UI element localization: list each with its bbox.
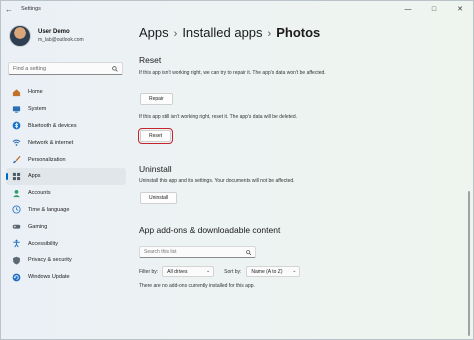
back-arrow-icon[interactable]: ← bbox=[1, 5, 17, 14]
globe-clock-icon bbox=[12, 205, 21, 215]
breadcrumb-apps[interactable]: Apps bbox=[139, 25, 169, 40]
sidebar-item-privacy[interactable]: Privacy & security bbox=[6, 252, 126, 269]
sidebar-item-label: Privacy & security bbox=[28, 257, 72, 264]
update-icon bbox=[12, 273, 21, 282]
search-list-input[interactable]: Search this list bbox=[139, 246, 256, 258]
user-name: User Demo bbox=[38, 29, 70, 35]
sidebar-item-gaming[interactable]: Gaming bbox=[6, 218, 126, 235]
sidebar-item-label: Personalization bbox=[28, 156, 66, 163]
brush-icon bbox=[12, 155, 21, 164]
chevron-down-icon: ⌄ bbox=[292, 268, 297, 274]
sidebar-item-label: Accounts bbox=[28, 190, 51, 197]
minimize-button[interactable]: — bbox=[395, 1, 421, 17]
sidebar-item-label: Network & internet bbox=[28, 139, 74, 146]
sidebar-item-label: Windows Update bbox=[28, 274, 70, 281]
sort-dropdown[interactable]: Name (A to Z) ⌄ bbox=[246, 266, 301, 277]
chevron-down-icon: ⌄ bbox=[205, 268, 211, 274]
filter-dropdown[interactable]: All drives ⌄ bbox=[162, 266, 215, 277]
sort-value: Name (A to Z) bbox=[251, 268, 283, 275]
sidebar-item-personalization[interactable]: Personalization bbox=[6, 151, 126, 168]
scrollbar[interactable] bbox=[468, 191, 470, 336]
sidebar-item-label: Time & language bbox=[28, 206, 70, 213]
monitor-icon bbox=[12, 105, 21, 114]
sidebar-item-label: Bluetooth & devices bbox=[28, 122, 77, 129]
no-addons-text: There are no add-ons currently installed… bbox=[139, 283, 255, 289]
chevron-right-icon: › bbox=[267, 28, 272, 40]
settings-window: ← Settings — □ ✕ User Demo m_lab@outlook… bbox=[0, 0, 474, 340]
breadcrumb-installed-apps[interactable]: Installed apps bbox=[182, 25, 262, 40]
uninstall-description: Uninstall this app and its settings. You… bbox=[139, 178, 295, 184]
accessibility-icon bbox=[12, 239, 21, 248]
repair-description: If this app isn't working right, we can … bbox=[139, 70, 326, 76]
maximize-button[interactable]: □ bbox=[421, 1, 447, 17]
sidebar-item-apps[interactable]: Apps bbox=[6, 167, 126, 185]
nav-list: Home System Bluetooth & devices Network … bbox=[6, 84, 126, 286]
person-icon bbox=[12, 189, 21, 198]
sidebar-item-accessibility[interactable]: Accessibility bbox=[6, 235, 126, 252]
sidebar-item-label: Accessibility bbox=[28, 240, 58, 247]
bluetooth-icon bbox=[12, 121, 21, 130]
search-icon bbox=[245, 250, 251, 256]
wifi-icon bbox=[12, 138, 21, 147]
main-content: Apps › Installed apps › Photos Reset If this… bbox=[131, 17, 461, 339]
sidebar-item-system[interactable]: System bbox=[6, 101, 126, 118]
shield-icon bbox=[12, 256, 21, 265]
uninstall-button[interactable]: Uninstall bbox=[140, 192, 178, 204]
apps-icon bbox=[12, 172, 21, 181]
search-list-placeholder: Search this list bbox=[144, 249, 177, 255]
user-email: m_lab@outlook.com bbox=[38, 37, 84, 43]
sidebar: User Demo m_lab@outlook.com Find a setti… bbox=[1, 17, 129, 339]
window-controls: — □ ✕ bbox=[395, 1, 473, 17]
home-icon bbox=[12, 88, 21, 97]
user-profile[interactable]: User Demo m_lab@outlook.com bbox=[9, 25, 84, 47]
reset-heading: Reset bbox=[139, 55, 162, 65]
page-title: Photos bbox=[276, 25, 321, 40]
filter-label: Filter by: bbox=[139, 268, 159, 275]
filter-value: All drives bbox=[167, 268, 188, 275]
uninstall-heading: Uninstall bbox=[139, 164, 172, 174]
sidebar-item-home[interactable]: Home bbox=[6, 84, 126, 101]
sidebar-item-label: Gaming bbox=[28, 223, 48, 230]
sidebar-item-accounts[interactable]: Accounts bbox=[6, 185, 126, 202]
sidebar-item-label: Home bbox=[28, 89, 43, 96]
sort-label: Sort by: bbox=[224, 268, 242, 275]
sidebar-item-bluetooth[interactable]: Bluetooth & devices bbox=[6, 118, 126, 135]
reset-description: If this app still isn't working right, r… bbox=[139, 114, 298, 120]
search-icon bbox=[112, 66, 118, 72]
sidebar-item-label: System bbox=[28, 106, 47, 113]
find-setting-input[interactable]: Find a setting bbox=[8, 62, 123, 75]
sidebar-item-label: Apps bbox=[28, 173, 41, 180]
sidebar-item-network[interactable]: Network & internet bbox=[6, 134, 126, 151]
sidebar-item-time-language[interactable]: Time & language bbox=[6, 202, 126, 219]
filter-sort-row: Filter by: All drives ⌄ Sort by: Name (A… bbox=[139, 266, 301, 277]
window-title: Settings bbox=[21, 6, 41, 12]
breadcrumb: Apps › Installed apps › Photos bbox=[139, 25, 320, 40]
title-bar: ← Settings — □ ✕ bbox=[1, 1, 473, 17]
reset-button[interactable]: Reset bbox=[137, 128, 174, 144]
close-button[interactable]: ✕ bbox=[447, 1, 473, 17]
sidebar-item-windows-update[interactable]: Windows Update bbox=[6, 269, 126, 286]
gamepad-icon bbox=[12, 222, 21, 231]
chevron-right-icon: › bbox=[173, 28, 178, 40]
find-setting-placeholder: Find a setting bbox=[13, 65, 47, 72]
repair-button[interactable]: Repair bbox=[140, 93, 173, 105]
addons-heading: App add-ons & downloadable content bbox=[139, 225, 281, 235]
avatar bbox=[9, 25, 31, 47]
